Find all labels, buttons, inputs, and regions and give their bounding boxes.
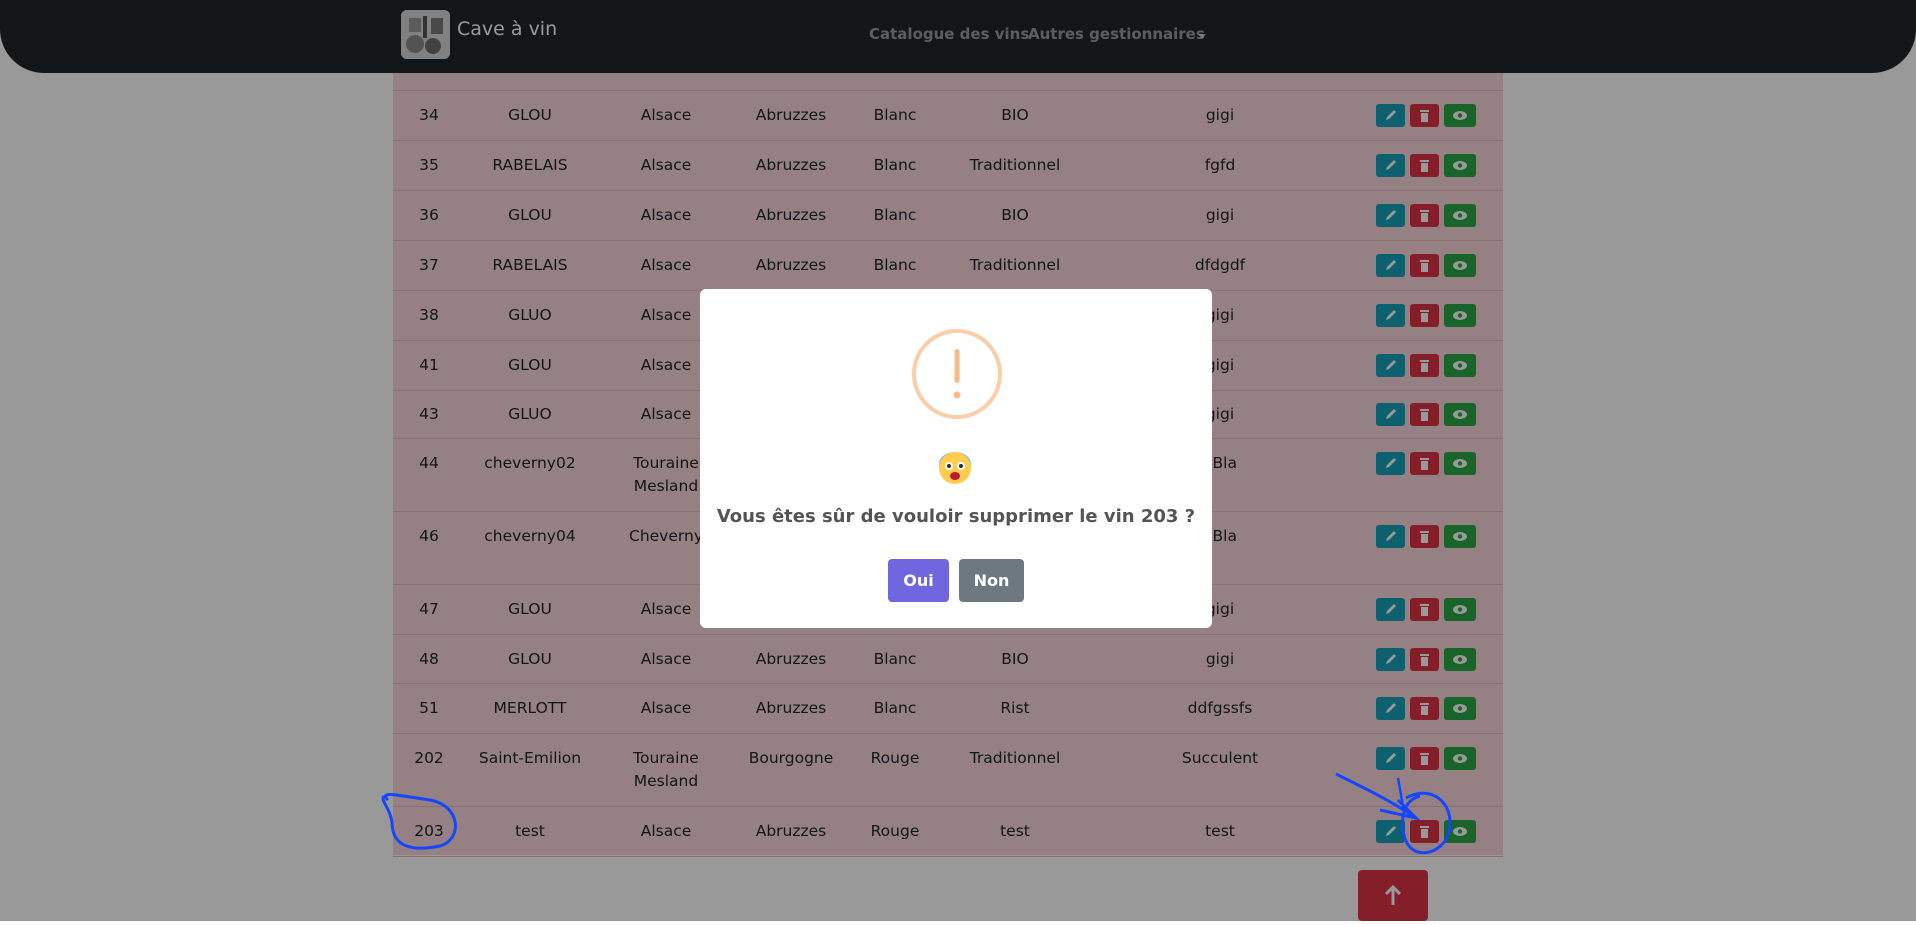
cancel-button[interactable]: Non [959,559,1024,602]
fearful-face-icon [938,451,972,485]
exclamation-icon [912,329,1002,419]
confirm-delete-dialog: Vous êtes sûr de vouloir supprimer le vi… [700,289,1212,628]
dialog-message: Vous êtes sûr de vouloir supprimer le vi… [716,506,1196,527]
confirm-button[interactable]: Oui [888,559,949,602]
